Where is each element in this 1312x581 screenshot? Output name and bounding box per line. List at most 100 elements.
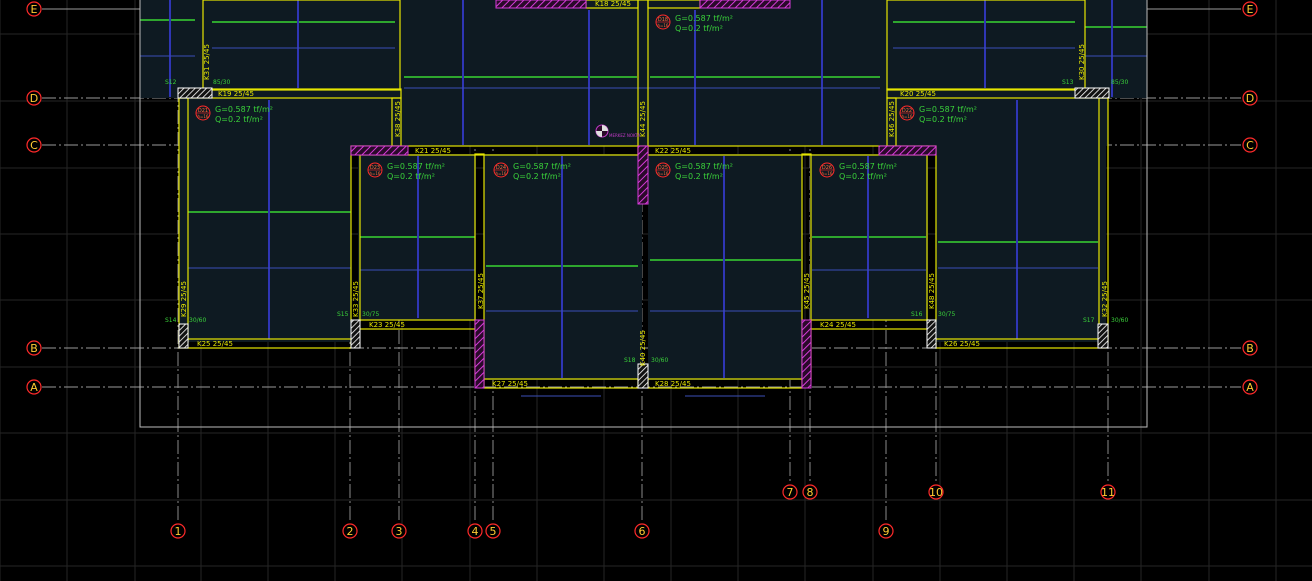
beam-label[interactable]: K27 25/45	[492, 380, 528, 388]
axis-label-row: D	[30, 92, 38, 105]
column-size-label: 30/75	[938, 311, 955, 318]
axis-label-col: 7	[787, 486, 794, 499]
axis-bubble-row-d[interactable]: D	[26, 90, 42, 106]
beam-label[interactable]: K22 25/45	[655, 147, 691, 155]
beam-label[interactable]: K29 25/45	[180, 281, 188, 317]
column-size-label: 30/60	[1111, 317, 1128, 324]
axis-bubble-row-c[interactable]: C	[1242, 137, 1258, 153]
axis-bubble-col-4[interactable]: 4	[467, 523, 483, 539]
beam-label[interactable]: K21 25/45	[415, 147, 451, 155]
column-label[interactable]: S15	[337, 311, 349, 318]
axis-label-col: 2	[347, 525, 354, 538]
beam-label[interactable]: K23 25/45	[369, 321, 405, 329]
axis-bubble-row-c[interactable]: C	[26, 137, 42, 153]
beam-label[interactable]: K48 25/45	[928, 273, 936, 309]
slab-live-load: Q=0.2 tf/m²	[387, 172, 435, 181]
column-size-label: 30/75	[362, 311, 379, 318]
beam-label[interactable]: K37 25/45	[477, 273, 485, 309]
axis-bubble-col-9[interactable]: 9	[878, 523, 894, 539]
axis-bubble-row-a[interactable]: A	[26, 379, 42, 395]
axis-label-row: D	[1246, 92, 1254, 105]
axis-bubble-row-e[interactable]: E	[1242, 1, 1258, 17]
beam-label[interactable]: K30 25/45	[1078, 44, 1086, 80]
beam-label[interactable]: K46 25/45	[888, 101, 896, 137]
axis-bubble-row-d[interactable]: D	[1242, 90, 1258, 106]
slab-thickness: h=16	[658, 171, 669, 176]
axis-bubble-col-3[interactable]: 3	[391, 523, 407, 539]
axis-label-col: 9	[883, 525, 890, 538]
beam-label[interactable]: K19 25/45	[218, 90, 254, 98]
slab-thickness: h=16	[496, 171, 507, 176]
column-label[interactable]: S13	[1062, 79, 1074, 86]
slab-dead-load: G=0.587 tf/m²	[387, 162, 445, 171]
axis-label-col: 3	[396, 525, 403, 538]
column-label[interactable]: S16	[911, 311, 923, 318]
column-size-label: 30/60	[651, 357, 668, 364]
axis-bubble-row-b[interactable]: B	[1242, 340, 1258, 356]
column-label[interactable]: S17	[1083, 317, 1095, 324]
beam-label[interactable]: K45 25/45	[803, 273, 811, 309]
slab-thickness: h=16	[822, 171, 833, 176]
slab-dead-load: G=0.587 tf/m²	[215, 105, 273, 114]
beam-label[interactable]: K25 25/45	[197, 340, 233, 348]
beam-label[interactable]: K20 25/45	[900, 90, 936, 98]
axis-bubble-col-11[interactable]: 11	[1100, 484, 1116, 500]
column-size-label: 85/30	[213, 79, 230, 86]
column-size-label: 85/30	[1111, 79, 1128, 86]
slab-live-load: Q=0.2 tf/m²	[513, 172, 561, 181]
beam-label[interactable]: K24 25/45	[820, 321, 856, 329]
axis-label-col: 1	[175, 525, 182, 538]
axis-bubble-col-1[interactable]: 1	[170, 523, 186, 539]
slab-dead-load: G=0.587 tf/m²	[513, 162, 571, 171]
axis-bubble-row-b[interactable]: B	[26, 340, 42, 356]
beam-label[interactable]: K40 25/45	[639, 330, 647, 366]
beam-label[interactable]: K26 25/45	[944, 340, 980, 348]
axis-label-row: B	[1246, 342, 1254, 355]
slab-dead-load: G=0.587 tf/m²	[675, 14, 733, 23]
axis-bubble-col-8[interactable]: 8	[802, 484, 818, 500]
axis-label-row: A	[30, 381, 38, 394]
slab-live-load: Q=0.2 tf/m²	[675, 172, 723, 181]
axis-bubble-row-a[interactable]: A	[1242, 379, 1258, 395]
axis-label-row: C	[1246, 139, 1254, 152]
slab-thickness: h=16	[658, 23, 669, 28]
beam-label[interactable]: K32 25/45	[1101, 281, 1109, 317]
column-size-label: 30/60	[189, 317, 206, 324]
axis-label-col: 8	[807, 486, 814, 499]
axis-label-row: B	[30, 342, 38, 355]
axis-bubble-col-5[interactable]: 5	[485, 523, 501, 539]
slab-thickness: h=16	[198, 114, 209, 119]
axis-bubble-col-7[interactable]: 7	[782, 484, 798, 500]
slab-live-load: Q=0.2 tf/m²	[675, 24, 723, 33]
slab-live-load: Q=0.2 tf/m²	[215, 115, 263, 124]
column-label[interactable]: S14	[165, 317, 177, 324]
slab-dead-load: G=0.587 tf/m²	[919, 105, 977, 114]
slab-dead-load: G=0.587 tf/m²	[839, 162, 897, 171]
slab-live-load: Q=0.2 tf/m²	[919, 115, 967, 124]
beam-label[interactable]: K31 25/45	[203, 44, 211, 80]
axis-label-col: 10	[929, 486, 943, 499]
column-label[interactable]: S12	[165, 79, 177, 86]
slab-dead-load: G=0.587 tf/m²	[675, 162, 733, 171]
column-label[interactable]: S18	[624, 357, 636, 364]
axis-bubble-col-2[interactable]: 2	[342, 523, 358, 539]
beam-label[interactable]: K44 25/45	[639, 101, 647, 137]
slab-live-load: Q=0.2 tf/m²	[839, 172, 887, 181]
beam-label[interactable]: K28 25/45	[655, 380, 691, 388]
axis-bubble-row-e[interactable]: E	[26, 1, 42, 17]
axis-label-row: E	[1247, 3, 1254, 16]
slab-thickness: h=16	[370, 171, 381, 176]
axis-bubble-col-6[interactable]: 6	[634, 523, 650, 539]
axis-label-row: A	[1246, 381, 1254, 394]
axis-bubble-col-10[interactable]: 10	[928, 484, 944, 500]
axis-label-col: 11	[1101, 486, 1115, 499]
axis-label-row: C	[30, 139, 38, 152]
axis-label-row: E	[31, 3, 38, 16]
beam-label[interactable]: K38 25/45	[394, 101, 402, 137]
beam-label[interactable]: K33 25/45	[352, 281, 360, 317]
axis-label-col: 4	[472, 525, 479, 538]
axis-label-col: 5	[490, 525, 497, 538]
beam-label[interactable]: K18 25/45	[595, 0, 631, 8]
axis-label-col: 6	[639, 525, 646, 538]
drawing-canvas[interactable]: E E D D C C B B A A 1 2 3 4 5 6 7 8 9 10 11 K18 25/45 K19 25/…	[0, 0, 1312, 581]
